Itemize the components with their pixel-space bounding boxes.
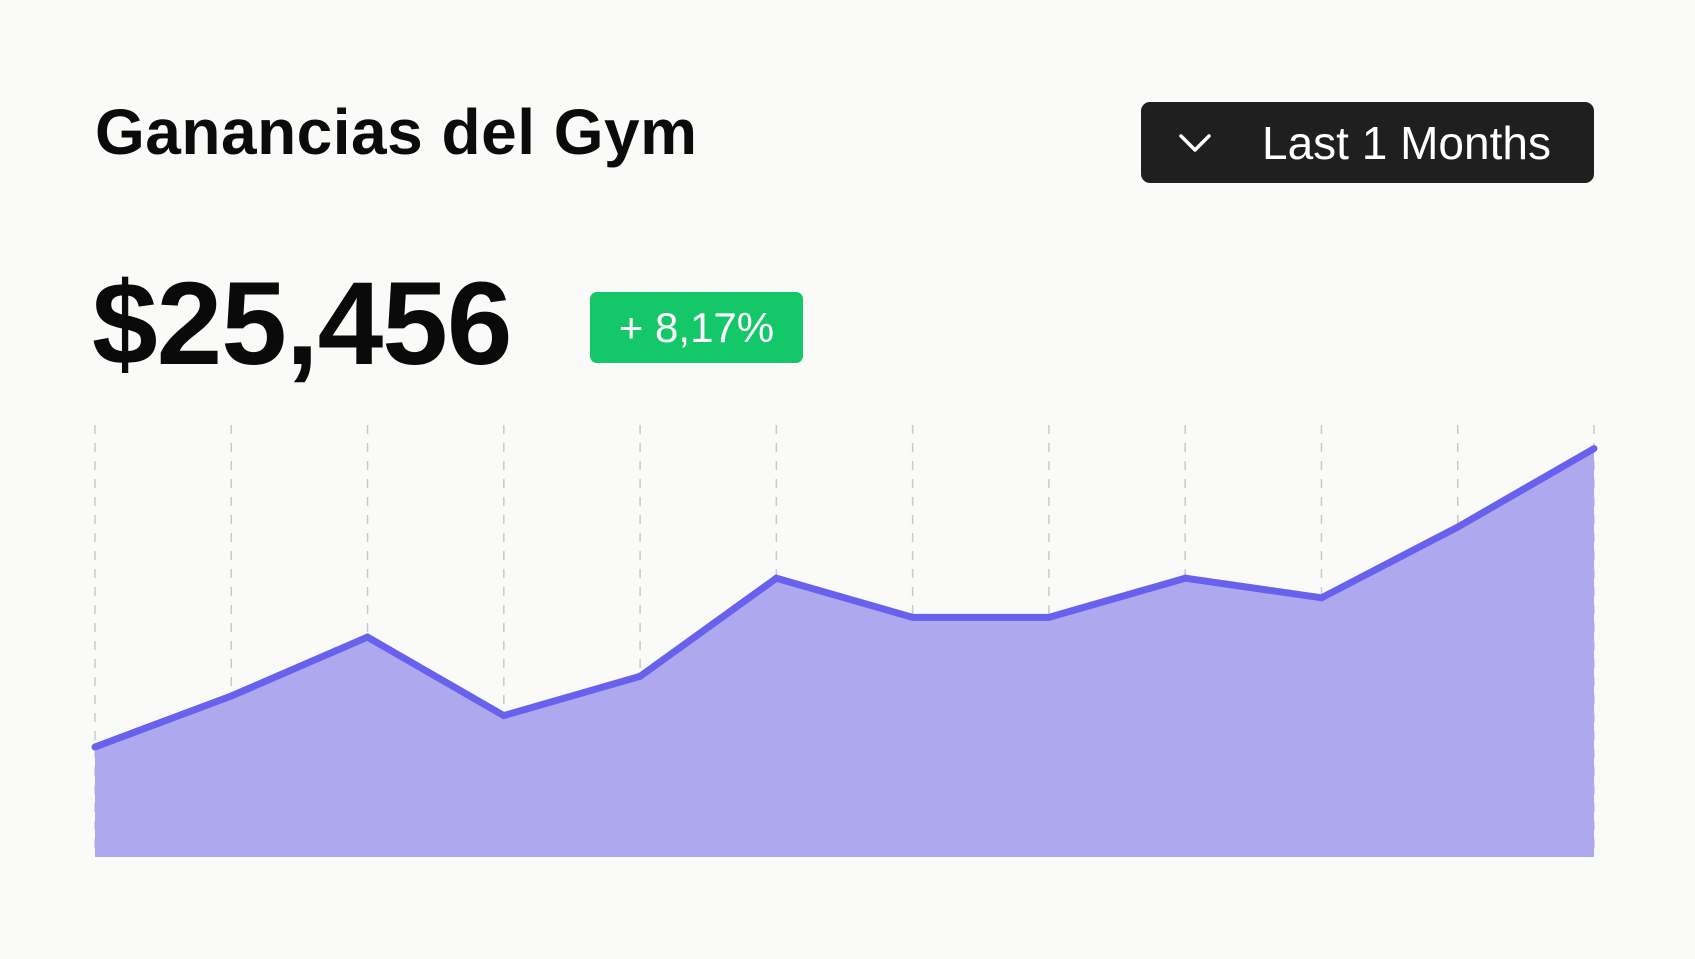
revenue-card: Ganancias del Gym Last 1 Months $25,456 … [0,0,1695,959]
data-point [909,613,917,621]
data-point [1454,523,1462,531]
data-point [1317,594,1325,602]
area-fill [95,448,1594,857]
data-point [1590,445,1598,453]
data-point [500,712,508,720]
data-point [1045,613,1053,621]
data-point [91,743,99,751]
data-point [772,574,780,582]
data-point [227,692,235,700]
revenue-area-chart [91,425,1598,857]
data-point [636,672,644,680]
data-point [1181,574,1189,582]
data-point [364,633,372,641]
